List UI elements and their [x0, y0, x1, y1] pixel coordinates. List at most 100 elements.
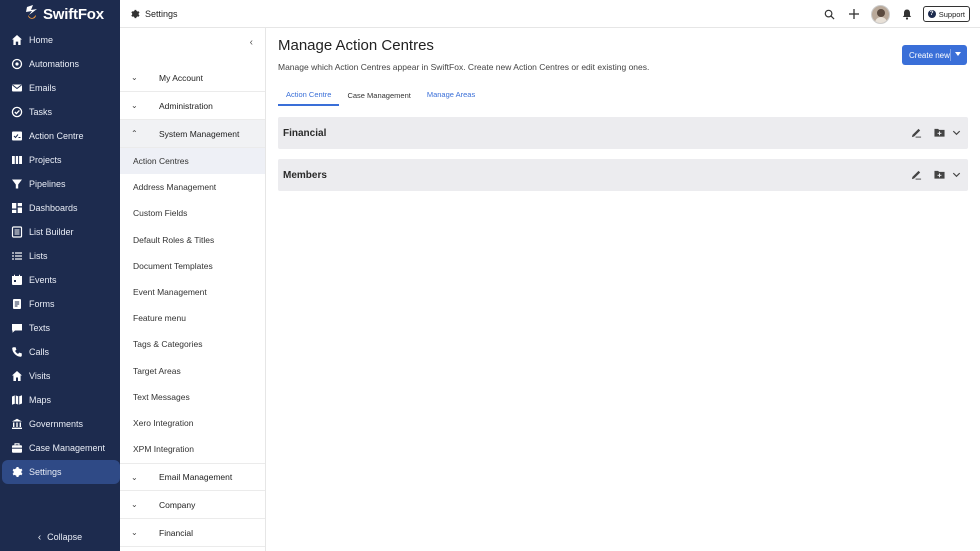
support-label: Support — [938, 9, 965, 19]
settings-section-system-management[interactable]: ⌃ System Management — [120, 120, 265, 148]
settings-item-document-templates[interactable]: Document Templates — [120, 253, 265, 279]
nav-item-texts[interactable]: Texts — [0, 316, 120, 340]
nav-item-visits[interactable]: Visits — [0, 364, 120, 388]
nav-item-dashboards[interactable]: Dashboards — [0, 196, 120, 220]
breadcrumb: Settings — [120, 9, 178, 19]
tab-action-centre[interactable]: Action Centre — [278, 84, 340, 106]
add-folder-icon[interactable] — [934, 127, 945, 138]
section-label: Company — [159, 499, 196, 510]
edit-icon[interactable] — [911, 127, 922, 138]
bell-icon[interactable] — [900, 7, 914, 21]
support-button[interactable]: ? Support — [922, 6, 970, 22]
settings-section-financial[interactable]: ⌄ Financial — [120, 519, 265, 547]
chevron-down-icon[interactable] — [951, 127, 962, 138]
add-folder-icon[interactable] — [934, 169, 945, 180]
create-new-button[interactable]: Create new — [902, 45, 967, 65]
case-management-icon — [12, 443, 22, 453]
texts-icon — [12, 324, 22, 333]
settings-item-text-messages[interactable]: Text Messages — [120, 384, 265, 410]
top-actions: ? Support — [813, 0, 970, 28]
nav-item-list-builder[interactable]: List Builder — [0, 220, 120, 244]
collapse-button[interactable]: ‹ Collapse — [0, 529, 120, 545]
nav-item-governments[interactable]: Governments — [0, 412, 120, 436]
settings-section-administration[interactable]: ⌄ Administration — [120, 92, 265, 120]
card-title: Financial — [283, 127, 327, 139]
nav-item-tasks[interactable]: Tasks — [0, 100, 120, 124]
caret-down-icon[interactable] — [955, 52, 961, 56]
nav-item-label: Tasks — [29, 107, 53, 117]
nav-item-case-management[interactable]: Case Management — [0, 436, 120, 460]
events-icon — [12, 274, 22, 285]
card-actions — [899, 127, 962, 138]
nav-item-projects[interactable]: Projects — [0, 148, 120, 172]
nav-item-maps[interactable]: Maps — [0, 388, 120, 412]
settings-section-my-account[interactable]: ⌄ My Account — [120, 64, 265, 92]
nav-item-events[interactable]: Events — [0, 268, 120, 292]
help-icon: ? — [927, 10, 936, 18]
settings-item-xero-integration[interactable]: Xero Integration — [120, 410, 265, 436]
gear-icon — [131, 9, 140, 18]
tab-manage-areas[interactable]: Manage Areas — [419, 84, 483, 106]
settings-section-company[interactable]: ⌄ Company — [120, 491, 265, 519]
visits-icon — [12, 371, 22, 381]
nav-item-settings[interactable]: Settings — [2, 460, 120, 484]
avatar[interactable] — [870, 4, 890, 24]
settings-item-target-areas[interactable]: Target Areas — [120, 358, 265, 384]
nav-item-forms[interactable]: Forms — [0, 292, 120, 316]
settings-item-default-roles-titles[interactable]: Default Roles & Titles — [120, 227, 265, 253]
nav-item-automations[interactable]: Automations — [0, 52, 120, 76]
settings-item-custom-fields[interactable]: Custom Fields — [120, 200, 265, 226]
nav-item-label: Automations — [29, 59, 80, 69]
page-breadcrumb-title: Settings — [145, 8, 178, 19]
nav-item-label: Visits — [29, 371, 51, 381]
page-title: Manage Action Centres — [278, 37, 434, 54]
nav-item-label: Emails — [29, 83, 57, 93]
collapse-sidebar-icon[interactable]: ‹ — [250, 37, 253, 48]
add-icon[interactable] — [847, 7, 861, 21]
button-divider — [950, 49, 951, 61]
section-label: Email Management — [159, 472, 233, 482]
pipelines-icon — [12, 179, 22, 189]
search-icon[interactable] — [823, 7, 837, 21]
maps-icon — [12, 395, 22, 405]
settings-item-feature-menu[interactable]: Feature menu — [120, 305, 265, 331]
nav-item-action-centre[interactable]: Action Centre — [0, 124, 120, 148]
governments-icon — [12, 418, 22, 429]
brand-name: SwiftFox — [43, 5, 104, 23]
nav-item-label: Forms — [29, 299, 55, 309]
nav-item-label: Calls — [29, 347, 50, 357]
tab-case-management[interactable]: Case Management — [339, 84, 418, 106]
swiftfox-logo-icon — [24, 5, 40, 23]
nav-item-label: Events — [29, 275, 57, 285]
main-content: Manage Action Centres Manage which Actio… — [278, 28, 968, 551]
settings-item-tags-categories[interactable]: Tags & Categories — [120, 331, 265, 357]
chevron-down-icon[interactable] — [951, 169, 962, 180]
nav-item-lists[interactable]: Lists — [0, 244, 120, 268]
action-centre-card-members[interactable]: Members — [278, 159, 968, 191]
nav-item-calls[interactable]: Calls — [0, 340, 120, 364]
edit-icon[interactable] — [911, 169, 922, 180]
settings-item-address-management[interactable]: Address Management — [120, 174, 265, 200]
settings-item-xpm-integration[interactable]: XPM Integration — [120, 436, 265, 462]
nav-item-emails[interactable]: Emails — [0, 76, 120, 100]
section-label: My Account — [159, 72, 203, 83]
settings-icon — [12, 467, 23, 477]
card-title: Members — [283, 169, 327, 181]
nav-item-pipelines[interactable]: Pipelines — [0, 172, 120, 196]
settings-item-action-centres[interactable]: Action Centres — [120, 148, 265, 174]
chevron-down-icon: ⌄ — [131, 528, 138, 537]
settings-item-event-management[interactable]: Event Management — [120, 279, 265, 305]
nav-item-label: Projects — [29, 155, 62, 165]
nav-item-label: Lists — [29, 251, 48, 261]
chevron-down-icon: ⌄ — [131, 472, 138, 482]
action-centre-card-financial[interactable]: Financial — [278, 117, 968, 149]
collapse-label: Collapse — [47, 532, 83, 542]
calls-icon — [12, 347, 22, 357]
nav-item-home[interactable]: Home — [0, 28, 120, 52]
brand[interactable]: SwiftFox — [0, 0, 120, 28]
forms-icon — [13, 299, 21, 309]
settings-section-email-management[interactable]: ⌄ Email Management — [120, 463, 265, 491]
main-navigation: SwiftFox Home Automations Emails Tasks Actio… — [0, 0, 120, 551]
chevron-left-icon: ‹ — [37, 531, 42, 543]
nav-item-label: Home — [29, 35, 54, 45]
